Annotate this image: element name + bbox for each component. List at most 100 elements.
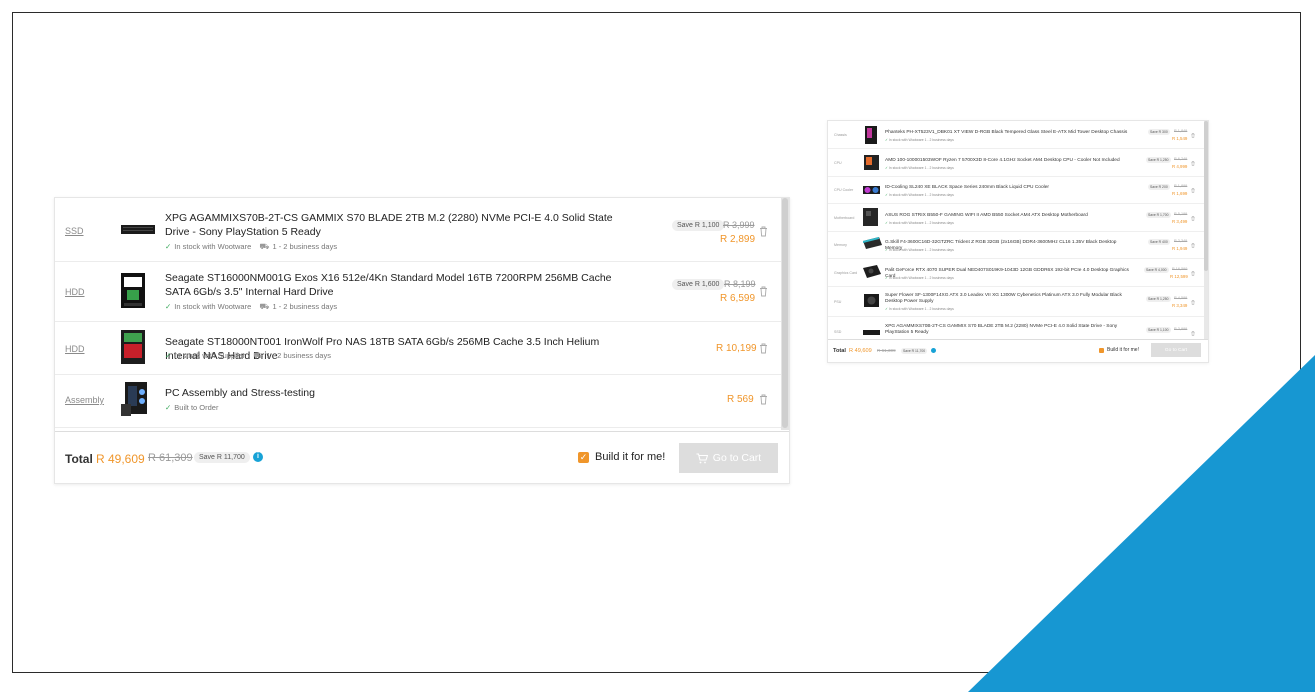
product-title[interactable]: AMD 100-100001503WOF Ryzen 7 5700X3D 8-C… [885, 158, 1135, 164]
stock-status: ✓In stock with Wootware 1 - 2 business d… [885, 138, 954, 142]
stock-status: ✓ In stock with Wootware ⛟ 1 - 2 business … [165, 242, 338, 251]
price: R 12,599 [1170, 274, 1188, 279]
product-title[interactable]: Super Flower SF-1300F14XG ATX 3.0 Leadex… [885, 293, 1135, 305]
cart-row-hdd: HDD Seagate ST18000NT001 IronWolf Pro NA… [55, 321, 781, 375]
mini-cart-scrollbar[interactable] [1204, 121, 1208, 339]
product-title[interactable]: ID-Cooling SL240 XE BLACK Space Series 2… [885, 185, 1135, 191]
category-label[interactable]: HDD [65, 287, 85, 297]
category-label[interactable]: Chassis [834, 133, 847, 137]
trash-icon[interactable] [1191, 133, 1195, 138]
old-price: R 6,249 [1174, 157, 1188, 161]
save-badge: Save R 400 [1148, 239, 1170, 245]
old-price: R 1,899 [1174, 184, 1188, 188]
chassis-product-image [865, 126, 877, 144]
old-price: R 1,849 [1174, 129, 1188, 133]
old-price: R 16,599 [1172, 267, 1188, 271]
check-icon: ✓ [165, 403, 172, 412]
price: R 3,499 [1172, 219, 1188, 224]
price: R 1,699 [1172, 191, 1188, 196]
mini-row-motherboard: Motherboard ASUS ROG STRIX B550-F GAMING… [828, 203, 1204, 232]
cart-row-assembly: Assembly PC Assembly and Stress-testing … [55, 374, 781, 428]
mini-row-chassis: Chassis Phanteks PH-XT523V1_DBK01 XT VIE… [828, 121, 1204, 149]
product-title[interactable]: PC Assembly and Stress-testing [165, 386, 635, 400]
cart-scroll-thumb[interactable] [782, 198, 788, 428]
trash-icon[interactable] [1191, 331, 1195, 336]
delivery-truck-icon: ⛟ [253, 351, 264, 360]
mini-row-psu: PSU Super Flower SF-1300F14XG ATX 3.0 Le… [828, 286, 1204, 317]
old-price: R 2,349 [1174, 239, 1188, 243]
category-label[interactable]: Assembly [65, 395, 104, 405]
total-price: R 49,609 [849, 348, 872, 354]
check-icon: ✓ [165, 302, 172, 311]
old-price: R 8,199 [724, 279, 756, 289]
trash-icon[interactable] [1191, 271, 1195, 276]
save-badge: Save R 1,100 [672, 220, 725, 231]
build-it-label[interactable]: Build it for me! [595, 451, 665, 463]
info-icon[interactable]: i [253, 452, 263, 462]
trash-icon[interactable] [759, 286, 768, 297]
build-it-checkbox[interactable] [1099, 348, 1104, 353]
product-title[interactable]: XPG AGAMMIXS70B-2T-CS GAMMIX S70 BLADE 2… [885, 324, 1135, 336]
go-to-cart-label: Go to Cart [712, 452, 762, 464]
cart-footer: Total R 49,609 R 61,309 Save R 11,700 i … [55, 431, 789, 483]
price: R 6,599 [720, 293, 756, 304]
category-label[interactable]: Motherboard [834, 216, 854, 220]
go-to-cart-button[interactable]: Go to Cart [679, 443, 778, 473]
hdd-product-image [121, 273, 145, 308]
save-badge: Save R 4,000 [1144, 267, 1169, 273]
save-badge: Save R 1,600 [672, 279, 725, 290]
mini-row-cpu: CPU AMD 100-100001503WOF Ryzen 7 5700X3D… [828, 148, 1204, 177]
trash-icon[interactable] [759, 394, 768, 405]
price: R 1,949 [1172, 246, 1188, 251]
stock-status: ✓In stock with Wootware 1 - 2 business d… [885, 248, 954, 252]
mini-cart-panel: Chassis Phanteks PH-XT523V1_DBK01 XT VIE… [827, 120, 1209, 363]
gpu-product-image [863, 265, 881, 278]
category-label[interactable]: Memory [834, 243, 847, 247]
mini-row-ssd: SSD XPG AGAMMIXS70B-2T-CS GAMMIX S70 BLA… [828, 316, 1204, 339]
trash-icon[interactable] [1191, 243, 1195, 248]
category-label[interactable]: SSD [65, 226, 84, 236]
mini-row-cpu-cooler: CPU Cooler ID-Cooling SL240 XE BLACK Spa… [828, 176, 1204, 204]
trash-icon[interactable] [1191, 216, 1195, 221]
trash-icon[interactable] [1191, 188, 1195, 193]
mini-row-memory: Memory G.Skill F4-3600C16D-32GTZRC Tride… [828, 231, 1204, 259]
total-label: Total [65, 452, 93, 466]
build-it-label[interactable]: Build it for me! [1107, 347, 1139, 353]
check-icon: ✓ [165, 351, 172, 360]
trash-icon[interactable] [1191, 161, 1195, 166]
price: R 10,199 [716, 343, 757, 354]
trash-icon[interactable] [1191, 300, 1195, 305]
category-label[interactable]: HDD [65, 344, 85, 354]
category-label[interactable]: CPU Cooler [834, 188, 853, 192]
save-badge: Save R 1,250 [1146, 157, 1171, 163]
cart-panel: SSD XPG AGAMMIXS70B-2T-CS GAMMIX S70 BLA… [54, 197, 790, 484]
product-title[interactable]: ASUS ROG STRIX B550-F GAMING WIFI II AMD… [885, 213, 1135, 219]
psu-product-image [864, 294, 879, 307]
old-price: R 3,999 [1174, 327, 1188, 331]
pc-case-product-image [121, 382, 147, 416]
save-badge: Save R 1,250 [1146, 296, 1171, 302]
cart-scrollbar[interactable] [781, 198, 789, 430]
price: R 569 [727, 394, 754, 405]
stock-status: ✓ Built to Order [165, 403, 219, 412]
motherboard-product-image [863, 208, 878, 226]
category-label[interactable]: PSU [834, 300, 841, 304]
build-it-checkbox[interactable]: ✓ [578, 452, 589, 463]
go-to-cart-button[interactable]: Go to Cart [1151, 343, 1201, 357]
category-label[interactable]: Graphics Card [834, 271, 857, 275]
mini-row-graphics-card: Graphics Card Palit GeForce RTX 4070 SUP… [828, 258, 1204, 287]
save-badge: Save R 1,100 [1146, 327, 1171, 333]
product-title[interactable]: Seagate ST16000NM001G Exos X16 512e/4Kn … [165, 271, 635, 299]
stock-status: ✓In stock with Wootware 1 - 2 business d… [885, 221, 954, 225]
memory-product-image [863, 237, 882, 249]
product-title[interactable]: XPG AGAMMIXS70B-2T-CS GAMMIX S70 BLADE 2… [165, 211, 635, 239]
cart-icon [696, 453, 708, 463]
trash-icon[interactable] [759, 226, 768, 237]
category-label[interactable]: SSD [834, 330, 841, 334]
trash-icon[interactable] [759, 343, 768, 354]
total-save-badge: Save R 11,700 [194, 452, 250, 463]
category-label[interactable]: CPU [834, 161, 842, 165]
product-title[interactable]: Phanteks PH-XT523V1_DBK01 XT VIEW D-RGB … [885, 130, 1135, 136]
mini-cart-scroll-thumb[interactable] [1204, 121, 1208, 271]
info-icon[interactable] [931, 348, 936, 353]
